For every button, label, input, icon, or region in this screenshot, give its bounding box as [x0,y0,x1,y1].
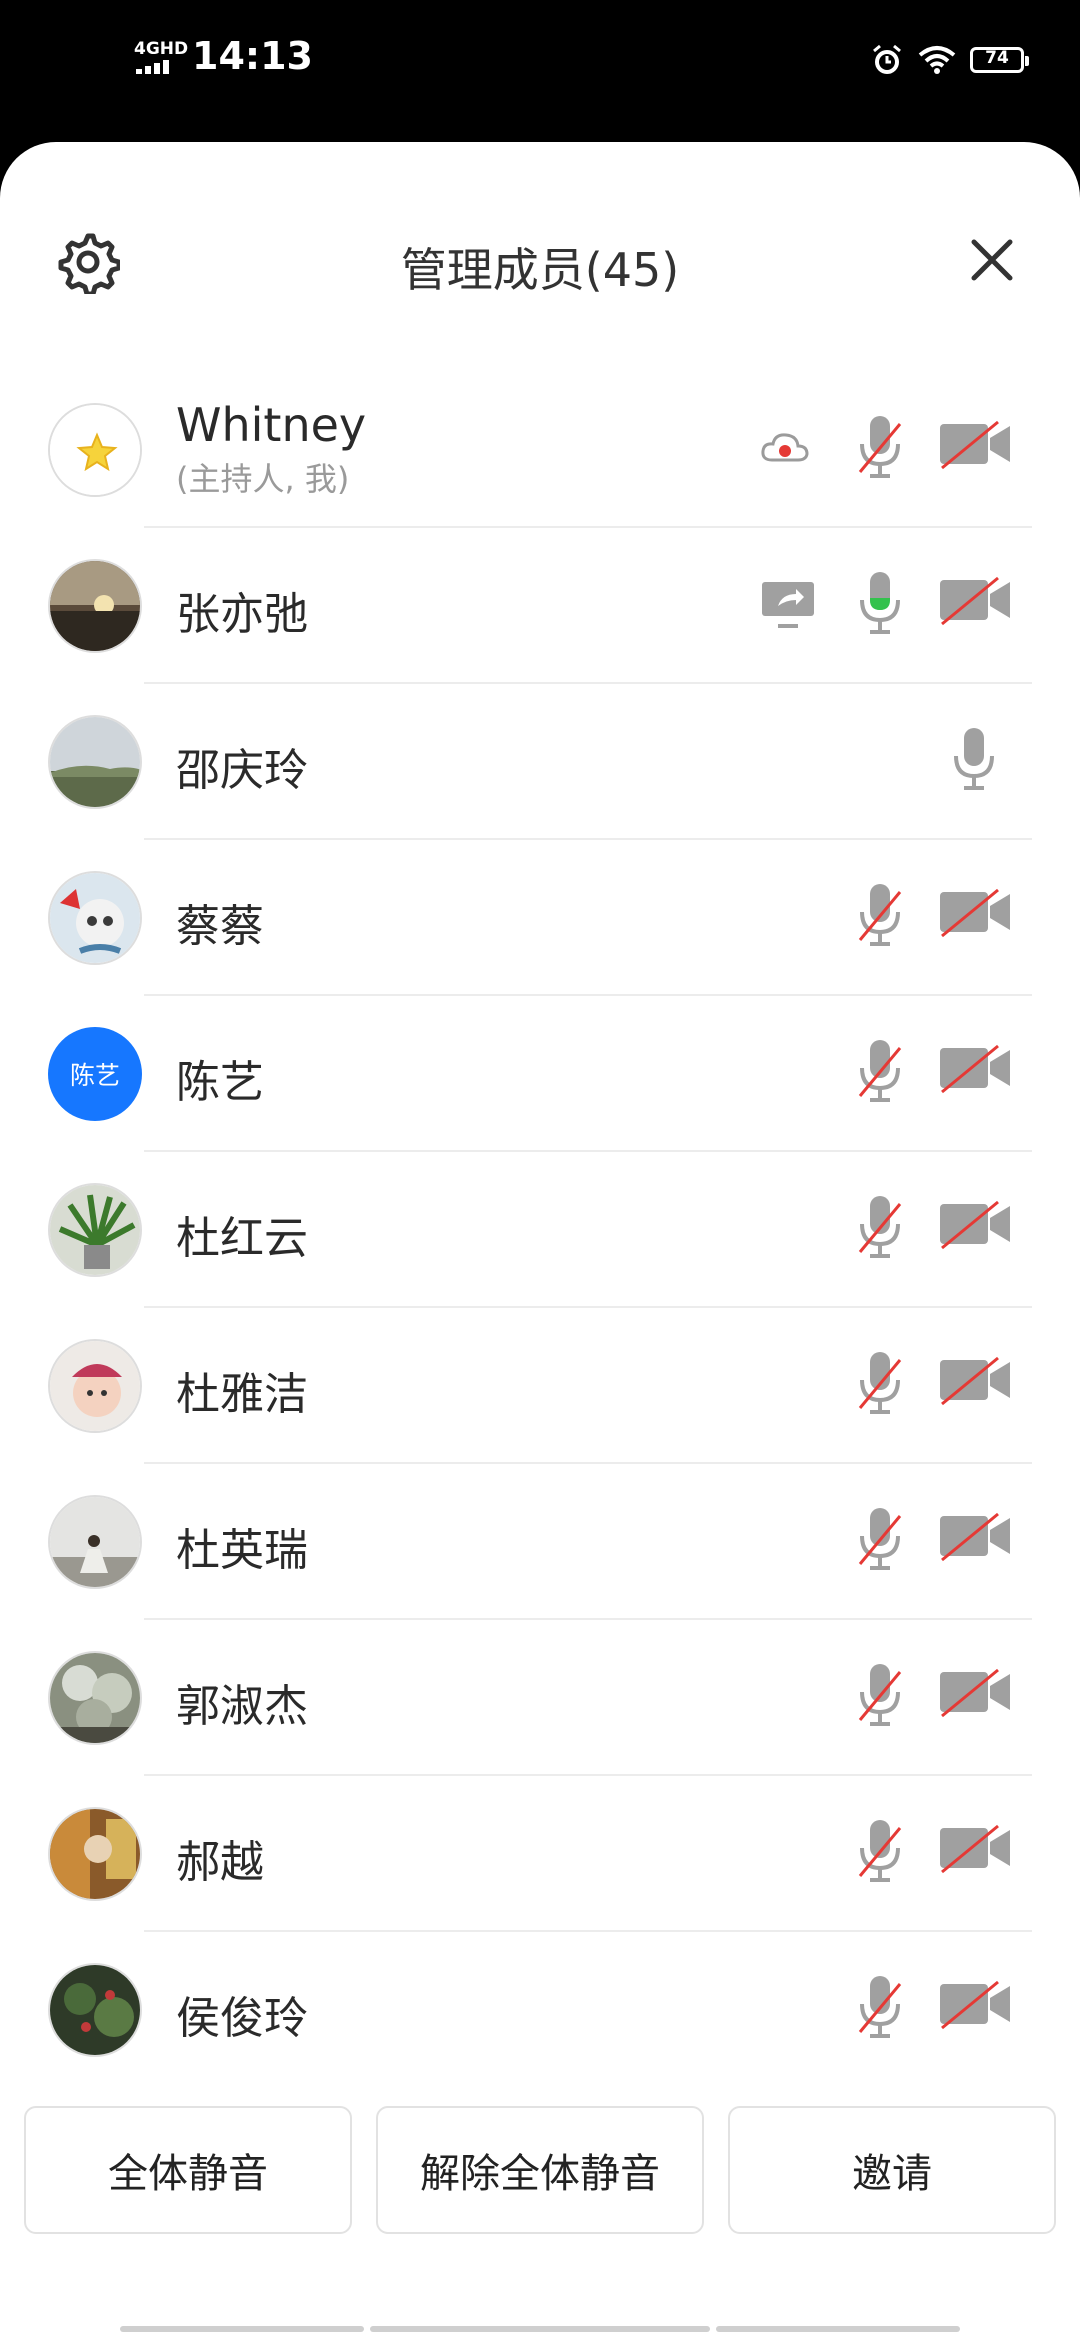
avatar [48,1339,142,1433]
mic-off-icon[interactable] [856,880,904,950]
member-row[interactable]: 杜雅洁 [0,1308,1080,1464]
mute-all-button[interactable]: 全体静音 [24,2106,352,2234]
screen-share-icon [762,582,814,628]
wifi-icon [918,46,956,74]
member-name: Whitney [176,398,367,452]
status-bar: 4GHD 14:13 74 [0,0,1080,140]
member-row[interactable]: 张亦弛 [0,528,1080,684]
camera-off-icon[interactable] [938,1666,1012,1718]
mic-off-icon[interactable] [856,1816,904,1886]
mic-off-icon[interactable] [856,412,904,482]
battery-icon: 74 [970,47,1029,73]
signal-icon [136,60,176,74]
avatar [48,403,142,497]
avatar [48,559,142,653]
camera-off-icon[interactable] [938,1510,1012,1562]
mic-off-icon[interactable] [856,1660,904,1730]
member-row[interactable]: Whitney (主持人, 我) [0,372,1080,528]
mic-on-icon[interactable] [856,568,904,638]
member-name: 陈艺 [176,1057,264,1108]
member-name: 杜雅洁 [176,1369,308,1420]
member-name: 郭淑杰 [176,1681,308,1732]
mic-off-icon[interactable] [856,1504,904,1574]
page-title: 管理成员(45) [400,243,680,297]
member-row[interactable]: 郭淑杰 [0,1620,1080,1776]
mic-icon[interactable] [950,724,998,794]
avatar [48,871,142,965]
avatar [48,1651,142,1745]
avatar [48,1183,142,1277]
camera-off-icon[interactable] [938,418,1012,470]
camera-off-icon[interactable] [938,574,1012,626]
camera-off-icon[interactable] [938,1978,1012,2030]
camera-off-icon[interactable] [938,1042,1012,1094]
mic-off-icon[interactable] [856,1192,904,1262]
member-name: 张亦弛 [176,589,308,640]
member-name: 蔡蔡 [176,901,264,952]
member-row[interactable]: 郝越 [0,1776,1080,1932]
nav-indicator [120,2326,364,2332]
member-row[interactable]: 陈艺 陈艺 [0,996,1080,1152]
member-name: 杜红云 [176,1213,308,1264]
member-row[interactable]: 杜红云 [0,1152,1080,1308]
mic-off-icon[interactable] [856,1036,904,1106]
cloud-recording-icon [761,433,809,462]
mic-off-icon[interactable] [856,1348,904,1418]
network-type: 4GHD [134,39,189,59]
member-row[interactable]: 蔡蔡 [0,840,1080,996]
mic-off-icon[interactable] [856,1972,904,2042]
member-name: 郝越 [176,1837,264,1888]
camera-off-icon[interactable] [938,1198,1012,1250]
unmute-all-button[interactable]: 解除全体静音 [376,2106,704,2234]
clock: 14:13 [192,34,313,78]
avatar [48,1807,142,1901]
alarm-icon [873,44,901,74]
member-row[interactable]: 邵庆玲 [0,684,1080,840]
text-avatar: 陈艺 [48,1027,142,1121]
nav-indicator [370,2326,710,2332]
camera-off-icon[interactable] [938,1822,1012,1874]
close-icon[interactable] [968,236,1016,284]
member-name: 邵庆玲 [176,745,308,796]
avatar [48,1495,142,1589]
avatar [48,1963,142,2057]
battery-level: 74 [985,48,1009,68]
member-row[interactable]: 杜英瑞 [0,1464,1080,1620]
nav-indicator [716,2326,960,2332]
camera-off-icon[interactable] [938,1354,1012,1406]
manage-members-sheet: 管理成员(45) Whitney (主持人, 我) 张亦弛 邵庆玲 蔡蔡 陈艺 … [0,142,1080,2340]
camera-off-icon[interactable] [938,886,1012,938]
member-row[interactable]: 侯俊玲 [0,1932,1080,2088]
invite-button[interactable]: 邀请 [728,2106,1056,2234]
avatar [48,715,142,809]
member-name: 侯俊玲 [176,1993,308,2044]
member-name: 杜英瑞 [176,1525,308,1576]
member-role: (主持人, 我) [176,460,350,498]
